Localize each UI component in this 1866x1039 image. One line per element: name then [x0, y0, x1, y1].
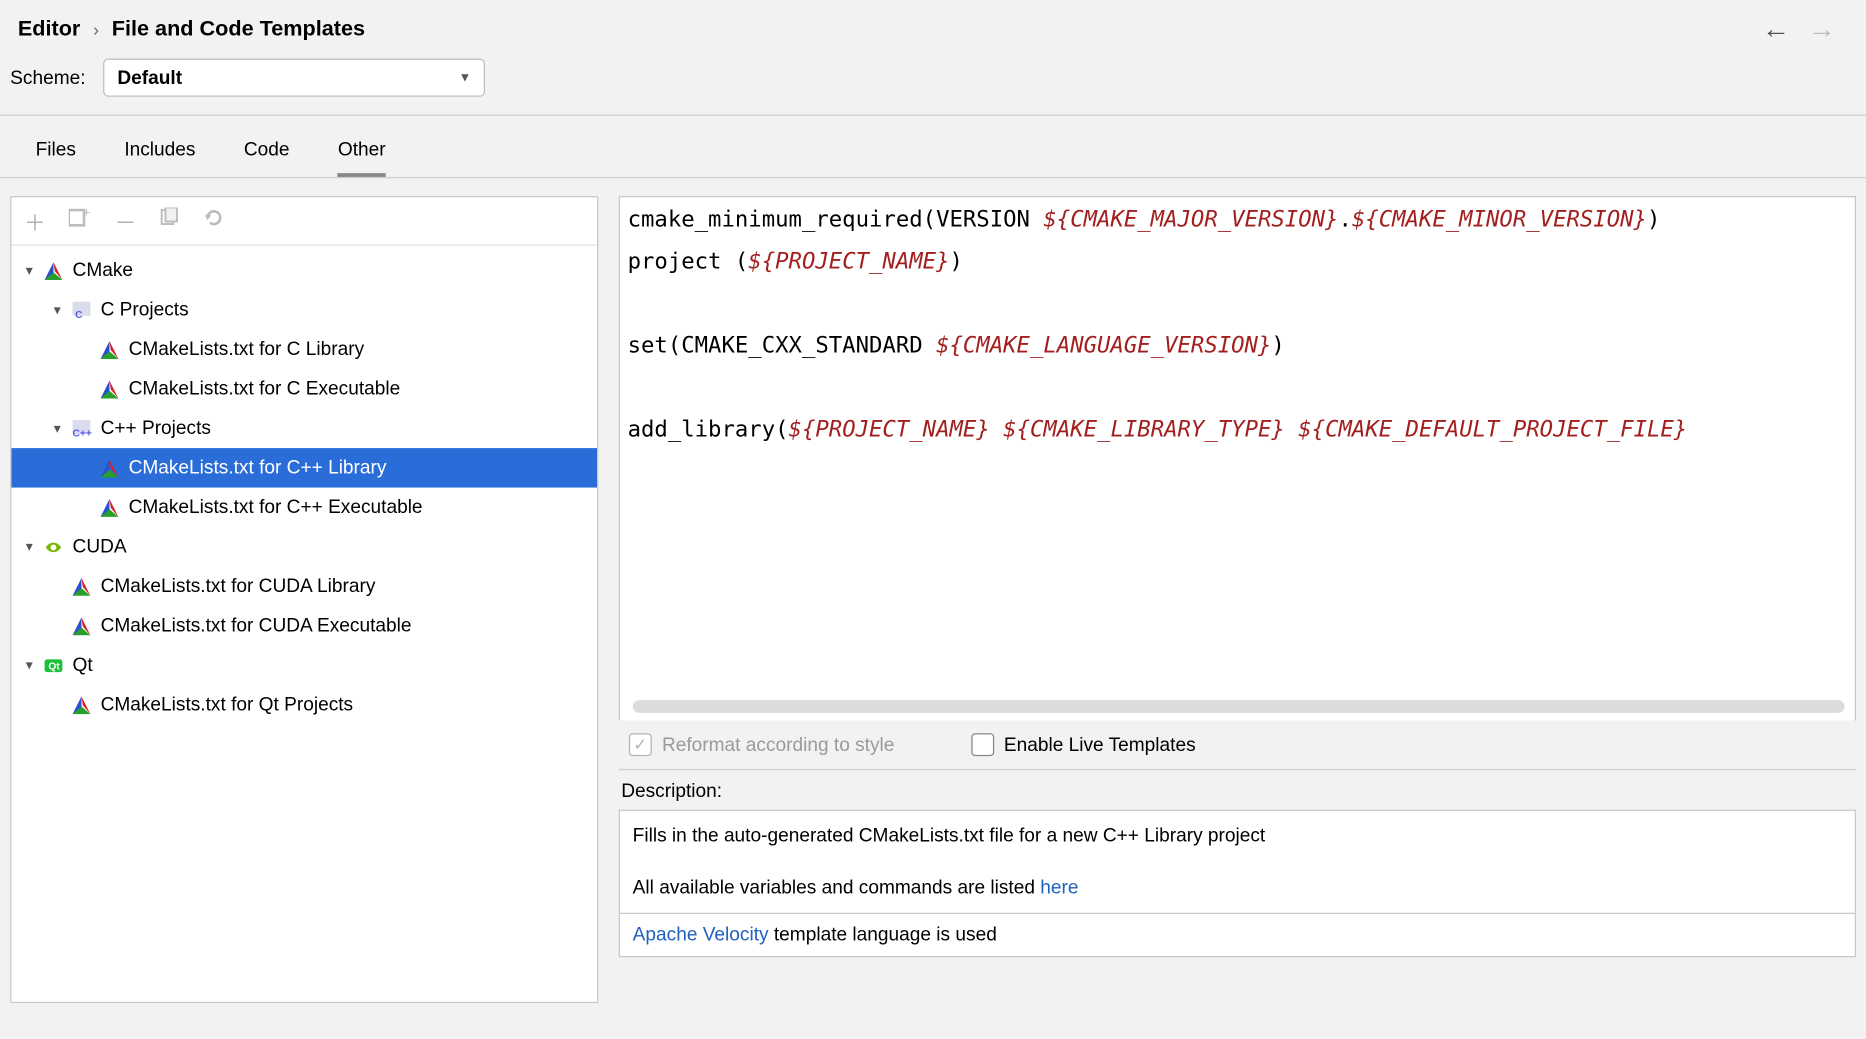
tab-files[interactable]: Files	[36, 139, 76, 177]
tree-label: Qt	[67, 654, 92, 676]
tab-other[interactable]: Other	[338, 139, 386, 177]
cmake-icon	[95, 339, 123, 359]
description-label: Description:	[619, 770, 1856, 809]
cmake-icon	[95, 497, 123, 517]
breadcrumb: Editor › File and Code Templates	[18, 17, 365, 42]
tree-label: C++ Projects	[95, 418, 210, 440]
qt-icon: Qt	[39, 655, 67, 675]
chevron-down-icon: ▼	[459, 71, 472, 85]
template-tree[interactable]: ▾ CMake ▾ C C Projects CMakeLists.txt fo…	[11, 246, 597, 1002]
here-link[interactable]: here	[1040, 877, 1078, 899]
tree-label: C Projects	[95, 299, 188, 321]
cpp-project-icon: C++	[67, 418, 95, 438]
tree-node-cuda-library[interactable]: CMakeLists.txt for CUDA Library	[11, 566, 597, 605]
chevron-right-icon: ›	[93, 19, 99, 39]
add-icon[interactable]: ＋	[24, 205, 46, 237]
chevron-down-icon[interactable]: ▾	[19, 657, 39, 674]
cmake-icon	[67, 694, 95, 714]
enable-live-label: Enable Live Templates	[1004, 734, 1196, 756]
c-project-icon: C	[67, 300, 95, 320]
reformat-label: Reformat according to style	[662, 734, 894, 756]
chevron-down-icon[interactable]: ▾	[47, 420, 67, 437]
chevron-down-icon[interactable]: ▾	[19, 538, 39, 555]
language-note: Apache Velocity template language is use…	[619, 913, 1856, 958]
checkbox-checked-icon: ✓	[629, 733, 652, 756]
tree-toolbar: ＋ + －	[11, 197, 597, 245]
tabs: Files Includes Code Other	[0, 116, 1866, 178]
svg-text:C++: C++	[73, 428, 92, 439]
svg-text:Qt: Qt	[48, 661, 60, 672]
chevron-down-icon[interactable]: ▾	[19, 262, 39, 279]
scheme-value: Default	[117, 67, 182, 89]
template-editor[interactable]: cmake_minimum_required(VERSION ${CMAKE_M…	[619, 196, 1856, 720]
tree-label: CMakeLists.txt for C Executable	[123, 378, 400, 400]
cmake-icon	[39, 260, 67, 280]
breadcrumb-editor[interactable]: Editor	[18, 17, 81, 42]
tree-node-cuda-executable[interactable]: CMakeLists.txt for CUDA Executable	[11, 606, 597, 645]
cmake-icon	[95, 379, 123, 399]
horizontal-scrollbar[interactable]	[633, 700, 1845, 713]
breadcrumb-templates: File and Code Templates	[112, 17, 365, 42]
tree-label: CMakeLists.txt for C++ Library	[123, 457, 386, 479]
tree-node-cuda[interactable]: ▾ CUDA	[11, 527, 597, 566]
tree-node-cpp-projects[interactable]: ▾ C++ C++ Projects	[11, 409, 597, 448]
chevron-down-icon[interactable]: ▾	[47, 302, 67, 319]
apache-velocity-link[interactable]: Apache Velocity	[633, 924, 769, 946]
tab-includes[interactable]: Includes	[124, 139, 195, 177]
forward-icon: →	[1808, 13, 1836, 46]
enable-live-checkbox[interactable]: ✓ Enable Live Templates	[971, 733, 1196, 756]
description-box: Fills in the auto-generated CMakeLists.t…	[619, 810, 1856, 913]
tree-label: CUDA	[67, 536, 126, 558]
tree-node-c-projects[interactable]: ▾ C C Projects	[11, 290, 597, 329]
cmake-icon	[67, 576, 95, 596]
tree-label: CMakeLists.txt for CUDA Library	[95, 575, 375, 597]
tree-label: CMakeLists.txt for Qt Projects	[95, 694, 353, 716]
tree-node-c-library[interactable]: CMakeLists.txt for C Library	[11, 330, 597, 369]
scheme-label: Scheme:	[10, 67, 85, 89]
tree-node-cmake[interactable]: ▾ CMake	[11, 251, 597, 290]
tree-label: CMakeLists.txt for C++ Executable	[123, 496, 422, 518]
tree-node-qt-projects[interactable]: CMakeLists.txt for Qt Projects	[11, 685, 597, 724]
add-child-icon[interactable]: +	[69, 207, 92, 234]
copy-icon[interactable]	[159, 207, 179, 234]
scheme-select[interactable]: Default ▼	[103, 59, 485, 97]
remove-icon[interactable]: －	[115, 205, 137, 237]
tab-code[interactable]: Code	[244, 139, 290, 177]
reformat-checkbox: ✓ Reformat according to style	[629, 733, 895, 756]
tree-node-cpp-library[interactable]: CMakeLists.txt for C++ Library	[11, 448, 597, 487]
tree-label: CMakeLists.txt for C Library	[123, 339, 364, 361]
description-line2: All available variables and commands are…	[633, 873, 1842, 902]
nvidia-icon	[39, 537, 67, 557]
revert-icon[interactable]	[202, 207, 222, 234]
tree-node-cpp-executable[interactable]: CMakeLists.txt for C++ Executable	[11, 488, 597, 527]
tree-label: CMake	[67, 260, 133, 282]
checkbox-unchecked-icon: ✓	[971, 733, 994, 756]
tree-node-qt[interactable]: ▾ Qt Qt	[11, 645, 597, 684]
cmake-icon	[67, 615, 95, 635]
tree-label: CMakeLists.txt for CUDA Executable	[95, 615, 411, 637]
description-line1: Fills in the auto-generated CMakeLists.t…	[633, 821, 1842, 850]
tree-node-c-executable[interactable]: CMakeLists.txt for C Executable	[11, 369, 597, 408]
cmake-icon	[95, 458, 123, 478]
svg-text:+: +	[83, 207, 90, 219]
back-icon[interactable]: ←	[1762, 13, 1790, 46]
svg-text:C: C	[75, 310, 83, 321]
